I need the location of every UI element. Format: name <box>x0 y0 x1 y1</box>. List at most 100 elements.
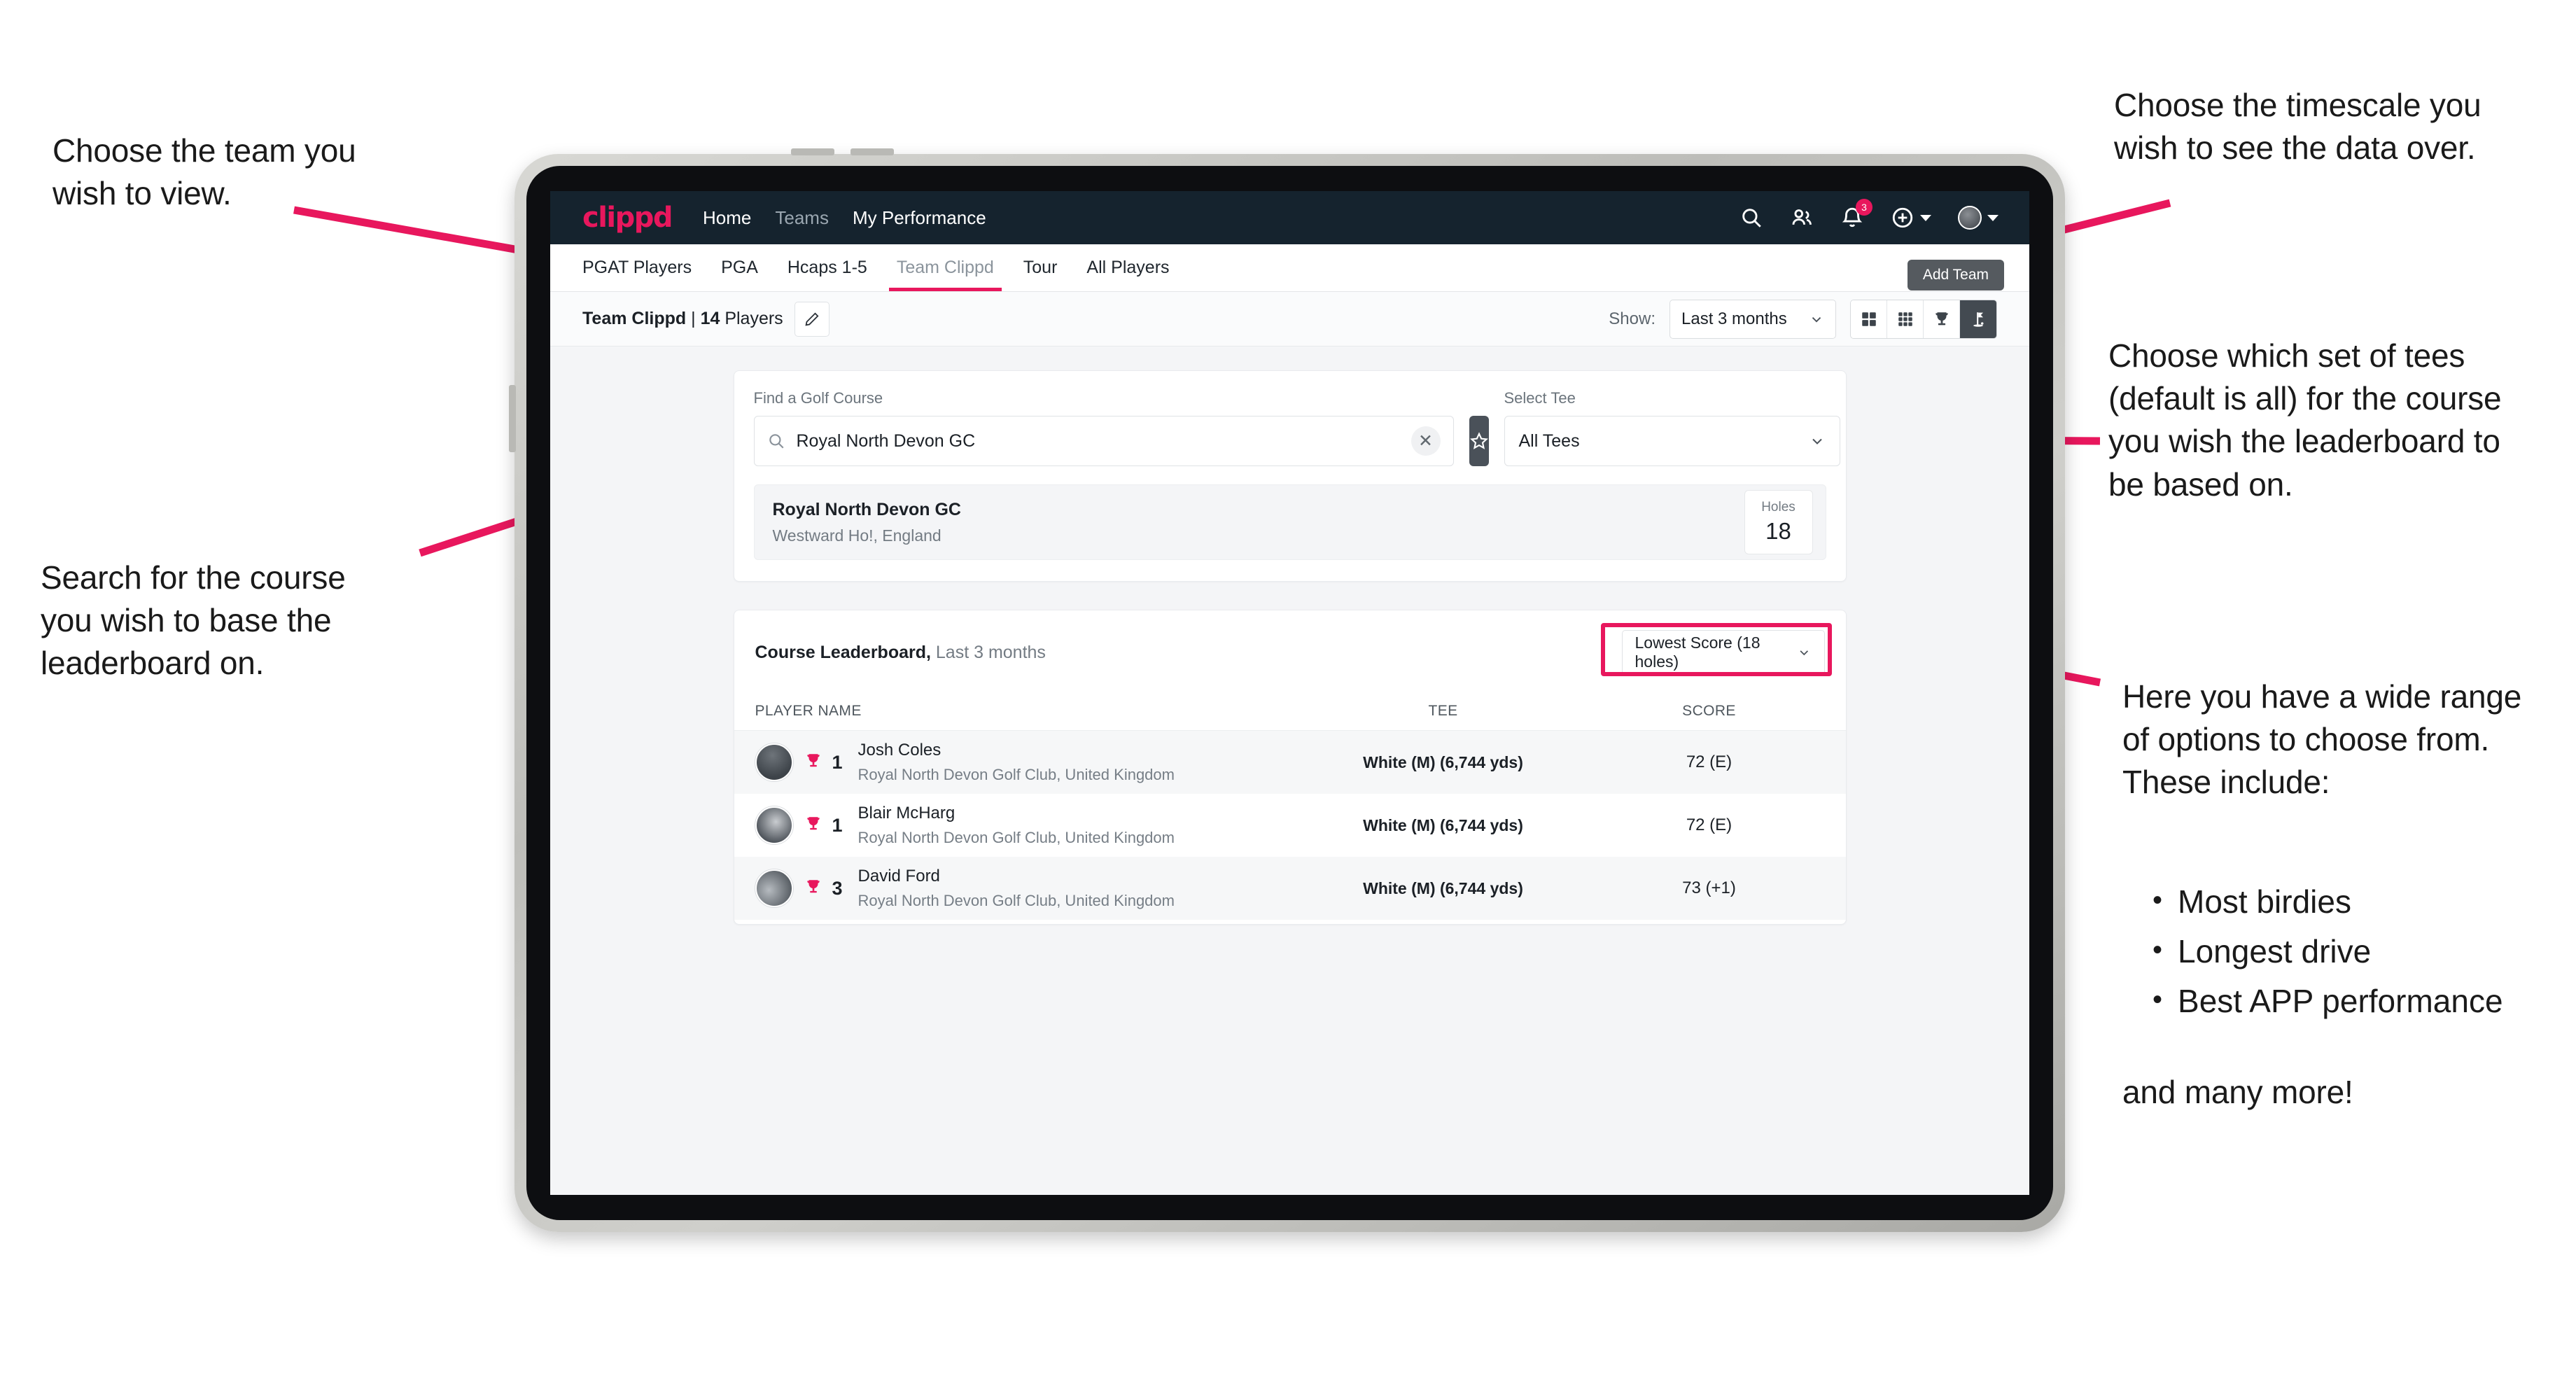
chevron-down-icon <box>1920 214 1931 221</box>
holes-label: Holes <box>1761 500 1795 514</box>
course-result-location: Westward Ho!, England <box>772 526 941 545</box>
rank-value: 1 <box>832 751 843 773</box>
slide-canvas: Choose the team you wish to view. Search… <box>0 0 2576 1386</box>
row-score: 73 (+1) <box>1682 878 1736 897</box>
course-search-row: Find a Golf Course Royal North Devon GC … <box>753 389 1840 466</box>
tab-all-players[interactable]: All Players <box>1072 244 1184 291</box>
row-tee: White (M) (6,744 yds) <box>1363 752 1523 771</box>
list-item: • Best APP performance <box>2152 980 2572 1023</box>
option-label: Best APP performance <box>2178 983 2503 1020</box>
option-label: Longest drive <box>2178 933 2372 970</box>
tablet-device: clippd Home Teams My Performance 3 PGAT … <box>509 148 2065 1232</box>
course-search-value: Royal North Devon GC <box>796 430 976 451</box>
people-icon[interactable] <box>1790 206 1814 230</box>
avatar <box>1958 206 1982 230</box>
trophy-icon <box>804 815 822 836</box>
view-toggle-grid-3x3[interactable] <box>1887 300 1924 338</box>
tab-pga[interactable]: PGA <box>706 244 773 291</box>
leaderboard-title-range: Last 3 months <box>930 642 1046 662</box>
tee-select-value: All Tees <box>1518 430 1580 451</box>
app-header: clippd Home Teams My Performance 3 <box>550 191 2029 244</box>
team-tabs: PGAT Players PGA Hcaps 1-5 Team Clippd T… <box>550 244 2029 292</box>
team-toolbar: Team Clippd | 14 Players Show: Last 3 mo… <box>550 292 2029 346</box>
notification-badge: 3 <box>1856 199 1872 216</box>
annotation-search: Search for the course you wish to base t… <box>41 559 346 682</box>
pencil-icon <box>805 312 819 326</box>
add-menu[interactable] <box>1891 206 1931 230</box>
tee-field-group: Select Tee All Tees <box>1504 389 1840 466</box>
star-icon <box>1469 432 1488 449</box>
volume-up-button <box>791 148 834 155</box>
view-toggle-trophy[interactable] <box>1924 300 1960 338</box>
player-cell: 1 Josh Coles Royal North Devon Golf Club… <box>755 741 1293 784</box>
view-toggle-grid-2x2[interactable] <box>1851 300 1887 338</box>
annotation-options-outro: and many more! <box>2122 1074 2353 1110</box>
tab-tour[interactable]: Tour <box>1009 244 1072 291</box>
separator: | <box>686 309 701 328</box>
annotation-options-intro: Here you have a wide range of options to… <box>2122 678 2522 801</box>
find-course-label: Find a Golf Course <box>753 389 883 407</box>
row-score: 72 (E) <box>1686 816 1732 834</box>
table-row[interactable]: 3 David Ford Royal North Devon Golf Club… <box>734 857 1846 920</box>
clippd-logo[interactable]: clippd <box>582 202 673 234</box>
nav-link-teams[interactable]: Teams <box>775 207 829 229</box>
tab-team-clippd[interactable]: Team Clippd <box>882 244 1009 291</box>
leaderboard-header: Course Leaderboard, Last 3 months Lowest… <box>734 610 1846 692</box>
course-result-name: Royal North Devon GC <box>772 499 961 519</box>
course-search-input[interactable]: Royal North Devon GC ✕ <box>753 416 1454 466</box>
column-tee: TEE <box>1428 702 1458 719</box>
timescale-value: Last 3 months <box>1681 309 1787 328</box>
tablet-bezel: clippd Home Teams My Performance 3 PGAT … <box>526 166 2053 1220</box>
tab-hcaps-1-5[interactable]: Hcaps 1-5 <box>773 244 882 291</box>
course-field-group: Find a Golf Course Royal North Devon GC … <box>753 389 1454 466</box>
trophy-icon <box>804 878 822 899</box>
player-club: Royal North Devon Golf Club, United King… <box>858 766 1175 783</box>
leaderboard-metric-value: Lowest Score (18 holes) <box>1634 634 1760 671</box>
app-header-actions: 3 <box>1740 199 1998 230</box>
avatar <box>755 869 793 907</box>
power-button <box>509 385 516 452</box>
bullet-icon: • <box>2152 885 2163 916</box>
leaderboard-column-headers: PLAYER NAME TEE SCORE <box>734 692 1846 731</box>
clear-search-button[interactable]: ✕ <box>1410 426 1441 456</box>
team-name: Team Clippd <box>582 309 687 328</box>
annotation-team: Choose the team you wish to view. <box>52 132 356 212</box>
team-summary: Team Clippd | 14 Players <box>582 309 783 329</box>
search-icon[interactable] <box>1740 206 1763 230</box>
table-row[interactable]: 1 Josh Coles Royal North Devon Golf Club… <box>734 731 1846 794</box>
table-row[interactable]: 1 Blair McHarg Royal North Devon Golf Cl… <box>734 794 1846 857</box>
course-result-row[interactable]: Royal North Devon GC Westward Ho!, Engla… <box>753 484 1826 560</box>
trophy-icon <box>804 752 822 774</box>
nav-link-home[interactable]: Home <box>703 207 751 229</box>
edit-team-button[interactable] <box>794 301 830 337</box>
timescale-select[interactable]: Last 3 months <box>1670 299 1836 339</box>
golf-flag-icon <box>1973 312 1984 327</box>
user-menu[interactable] <box>1958 206 1998 230</box>
player-info: Blair McHarg Royal North Devon Golf Club… <box>858 804 1175 847</box>
player-info: David Ford Royal North Devon Golf Club, … <box>858 867 1175 910</box>
favourite-course-button[interactable] <box>1469 416 1489 466</box>
volume-down-button <box>850 148 894 155</box>
bell-icon[interactable]: 3 <box>1840 199 1872 230</box>
grid-2x2-icon <box>1861 312 1876 326</box>
chevron-down-icon <box>1987 214 1998 221</box>
leaderboard-title: Course Leaderboard, Last 3 months <box>755 643 1046 663</box>
list-item: • Most birdies <box>2152 881 2572 923</box>
tab-pgat-players[interactable]: PGAT Players <box>582 244 706 291</box>
trophy-icon <box>1935 312 1948 325</box>
grid-3x3-icon <box>1898 312 1912 326</box>
page-content: Find a Golf Course Royal North Devon GC … <box>550 346 2029 925</box>
tee-select[interactable]: All Tees <box>1504 416 1840 466</box>
players-word: Players <box>720 309 783 328</box>
annotation-tees: Choose which set of tees (default is all… <box>2108 337 2502 503</box>
row-score: 72 (E) <box>1686 752 1732 771</box>
toolbar-right-group: Show: Last 3 months <box>1609 299 1997 339</box>
nav-link-my-performance[interactable]: My Performance <box>853 207 986 229</box>
avatar <box>755 806 793 844</box>
view-toggle-golf-flag[interactable] <box>1960 300 1996 338</box>
leaderboard-metric-select[interactable]: Lowest Score (18 holes) <box>1621 630 1825 675</box>
row-tee: White (M) (6,744 yds) <box>1363 878 1523 897</box>
view-toggle-group <box>1850 299 1997 339</box>
bullet-icon: • <box>2152 984 2163 1016</box>
player-info: Josh Coles Royal North Devon Golf Club, … <box>858 741 1175 784</box>
